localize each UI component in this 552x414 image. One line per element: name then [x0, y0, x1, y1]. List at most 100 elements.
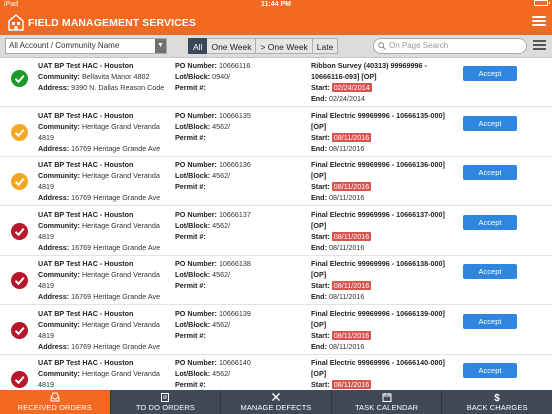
- start-date: 08/11/2016: [331, 380, 372, 389]
- po-number-label: PO Number:: [175, 61, 217, 70]
- permit-label: Permit #:: [175, 132, 206, 142]
- tab-manage-defects[interactable]: MANAGE DEFECTS: [221, 390, 332, 414]
- lot-block-value: 4562/: [212, 319, 231, 329]
- tab-label: RECEIVED ORDERS: [17, 403, 92, 412]
- search-placeholder: On Page Search: [389, 41, 449, 50]
- status-overdue-icon: [11, 321, 28, 339]
- app-header: FIELD MANAGEMENT SERVICES: [0, 10, 552, 35]
- accept-button[interactable]: Accept: [463, 165, 517, 180]
- order-builder-info: UAT BP Test HAC - Houston Community: Heri…: [38, 308, 166, 352]
- order-row[interactable]: UAT BP Test HAC - Houston Community: Heri…: [0, 107, 552, 157]
- order-row[interactable]: UAT BP Test HAC - Houston Community: Heri…: [0, 305, 552, 355]
- tab-label: MANAGE DEFECTS: [240, 403, 312, 412]
- lot-block-value: 4562/: [212, 270, 231, 279]
- po-number-label: PO Number:: [175, 259, 217, 268]
- community-label: Community:: [38, 171, 80, 180]
- community-label: Community:: [38, 369, 80, 378]
- address-label: Address:: [38, 143, 70, 153]
- po-number-label: PO Number:: [175, 160, 217, 169]
- end-label: End:: [311, 94, 327, 103]
- tab-back-charges[interactable]: $ BACK CHARGES: [442, 390, 552, 414]
- order-row[interactable]: UAT BP Test HAC - Houston Community: Bell…: [0, 58, 552, 107]
- lot-block-label: Lot/Block:: [175, 171, 211, 180]
- accept-button[interactable]: Accept: [463, 214, 517, 230]
- po-number-value: 10666116: [218, 61, 251, 70]
- community-label: Community:: [38, 72, 80, 81]
- search-input[interactable]: On Page Search: [373, 38, 527, 54]
- status-warning-icon: [11, 173, 28, 190]
- order-po-info: PO Number: 10666136 Lot/Block: 4562/Permi…: [175, 159, 305, 192]
- end-date: 08/11/2016: [328, 242, 365, 252]
- filter-more-than-one-week[interactable]: > One Week: [256, 38, 313, 54]
- lot-block-label: Lot/Block:: [175, 72, 211, 81]
- battery-indicator: [534, 0, 550, 6]
- start-date: 08/11/2016: [331, 330, 372, 340]
- end-label: End:: [311, 341, 327, 351]
- start-date: 08/11/2016: [331, 281, 372, 290]
- builder-name: UAT BP Test HAC - Houston: [38, 160, 134, 169]
- accept-button[interactable]: Accept: [463, 264, 517, 279]
- address-label: Address:: [38, 292, 70, 301]
- status-warning-icon: [11, 123, 28, 141]
- community-label: Community:: [38, 121, 80, 131]
- address-label: Address:: [38, 193, 70, 202]
- order-task-info: Final Electric 99969996 - 10666137-000] …: [311, 209, 451, 253]
- filter-one-week[interactable]: One Week: [207, 38, 257, 54]
- address-value: 16769 Heritage Grande Ave: [71, 242, 161, 252]
- tab-task-calendar[interactable]: TASK CALENDAR: [332, 390, 443, 414]
- po-number-label: PO Number:: [175, 358, 217, 367]
- task-name: Final Electric 99969996 - 10666138-000] …: [311, 259, 445, 279]
- lot-block-label: Lot/Block:: [175, 319, 211, 329]
- filter-all[interactable]: All: [188, 38, 208, 54]
- order-builder-info: UAT BP Test HAC - Houston Community: Heri…: [38, 357, 166, 390]
- po-number-label: PO Number:: [175, 110, 217, 120]
- po-number-value: 10666135: [218, 110, 251, 120]
- end-date: 02/24/2014: [328, 94, 365, 103]
- list-view-icon[interactable]: [533, 40, 546, 52]
- start-label: Start:: [311, 380, 330, 389]
- po-number-value: 10666136: [218, 160, 251, 169]
- permit-label: Permit #:: [175, 281, 206, 290]
- po-number-value: 10666140: [218, 358, 251, 367]
- accept-button[interactable]: Accept: [463, 115, 517, 131]
- order-row[interactable]: UAT BP Test HAC - Houston Community: Heri…: [0, 157, 552, 206]
- hamburger-menu-icon[interactable]: [532, 16, 546, 28]
- start-label: Start:: [311, 281, 330, 290]
- po-number-label: PO Number:: [175, 308, 217, 318]
- builder-name: UAT BP Test HAC - Houston: [38, 209, 134, 219]
- start-date: 08/11/2016: [331, 231, 372, 241]
- clipboard-icon: [161, 393, 170, 402]
- community-label: Community:: [38, 270, 80, 279]
- accept-button[interactable]: Accept: [463, 313, 517, 329]
- chevron-down-icon[interactable]: ▼: [155, 39, 166, 53]
- builder-name: UAT BP Test HAC - Houston: [38, 308, 134, 318]
- order-row[interactable]: UAT BP Test HAC - Houston Community: Heri…: [0, 206, 552, 256]
- builder-name: UAT BP Test HAC - Houston: [38, 110, 134, 120]
- end-date: 08/11/2016: [328, 193, 365, 202]
- received-orders-list: UAT BP Test HAC - Houston Community: Bell…: [0, 58, 552, 390]
- task-name: Final Electric 99969996 - 10666135-000] …: [311, 110, 445, 131]
- order-row[interactable]: UAT BP Test HAC - Houston Community: Heri…: [0, 355, 552, 390]
- accept-button[interactable]: Accept: [463, 363, 517, 378]
- order-builder-info: UAT BP Test HAC - Houston Community: Heri…: [38, 258, 166, 302]
- status-overdue-icon: [11, 222, 28, 240]
- permit-label: Permit #:: [175, 83, 206, 92]
- accept-button[interactable]: Accept: [463, 66, 517, 81]
- calendar-icon: [382, 393, 392, 402]
- po-number-value: 10666138: [218, 259, 251, 268]
- address-label: Address:: [38, 83, 70, 92]
- start-label: Start:: [311, 231, 330, 241]
- tab-received-orders[interactable]: RECEIVED ORDERS: [0, 390, 111, 414]
- account-community-select[interactable]: All Account / Community Name ▼: [5, 38, 167, 54]
- start-label: Start:: [311, 182, 330, 191]
- task-name: Ribbon Survey (40313) 99969996 - 1066611…: [311, 61, 427, 81]
- order-po-info: PO Number: 10666139 Lot/Block: 4562/Permi…: [175, 308, 305, 341]
- status-bar: iPad 11:44 PM: [0, 0, 552, 10]
- status-complete-icon: [11, 70, 28, 87]
- end-label: End:: [311, 143, 327, 153]
- filter-late[interactable]: Late: [312, 38, 339, 54]
- order-row[interactable]: UAT BP Test HAC - Houston Community: Heri…: [0, 256, 552, 305]
- tab-to-do-orders[interactable]: TO DO ORDERS: [111, 390, 222, 414]
- task-name: Final Electric 99969996 - 10666136-000] …: [311, 160, 445, 180]
- start-label: Start:: [311, 83, 330, 92]
